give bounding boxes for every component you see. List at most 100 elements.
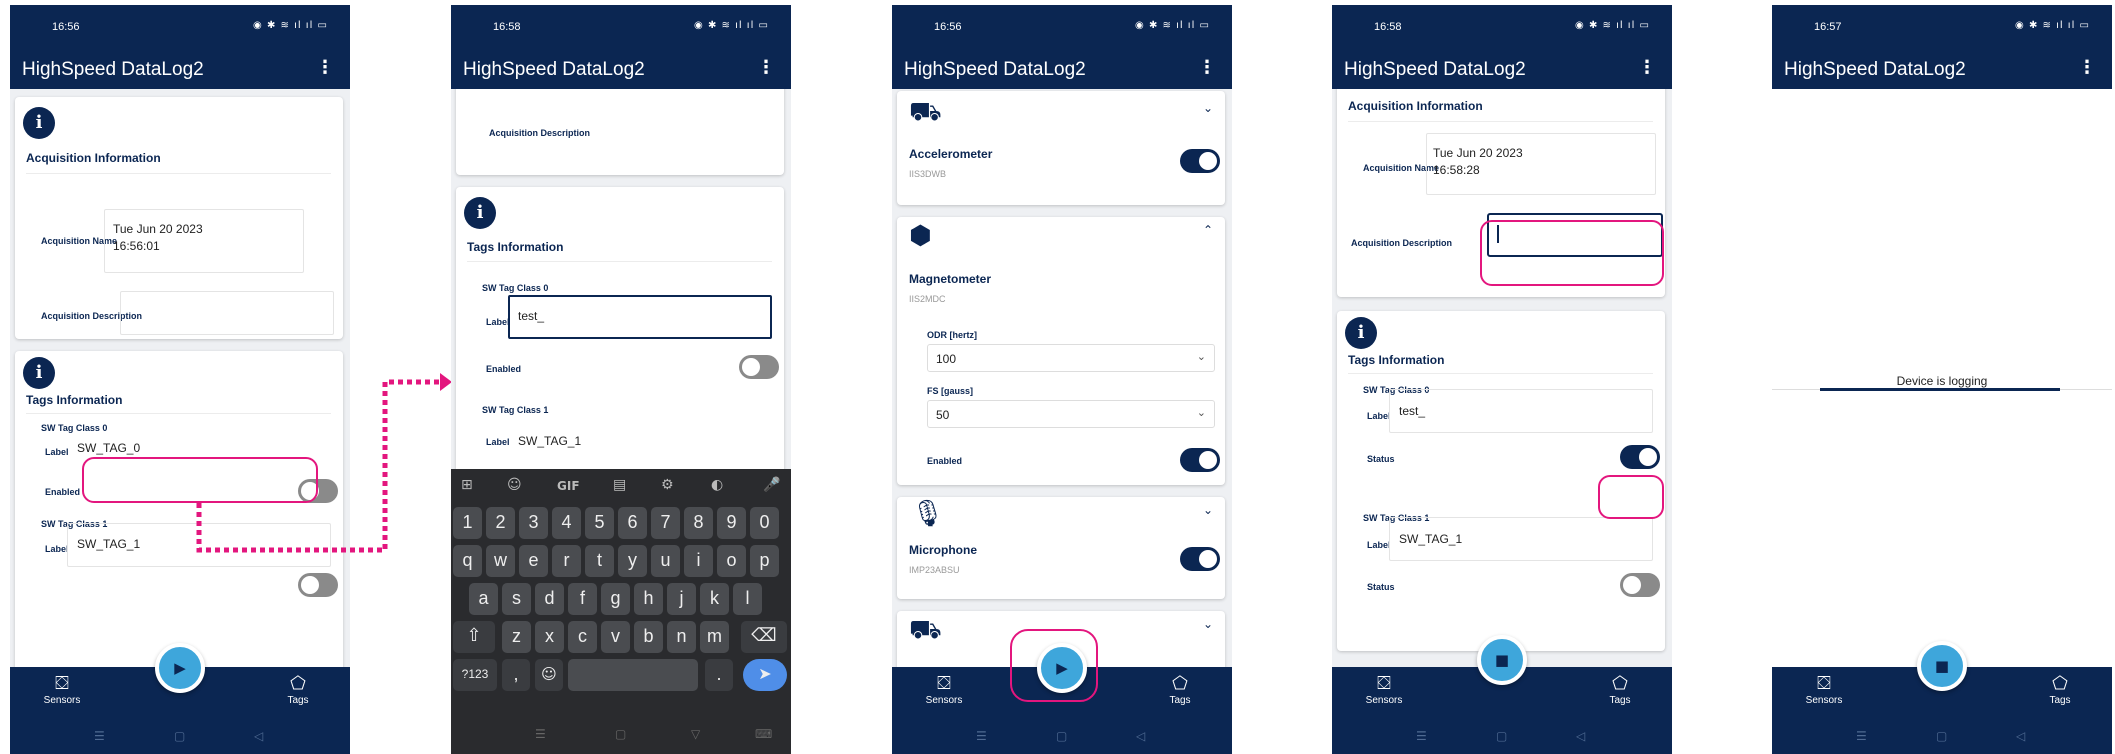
key[interactable]: f xyxy=(568,583,597,615)
overflow-menu-icon[interactable]: ⋮ xyxy=(1198,57,1216,78)
key[interactable]: q xyxy=(453,545,482,577)
key[interactable]: d xyxy=(535,583,564,615)
key[interactable]: m xyxy=(700,621,729,653)
tag-0-enabled-toggle[interactable] xyxy=(739,355,779,379)
gif-button[interactable]: GIF xyxy=(557,479,580,493)
key[interactable]: j xyxy=(667,583,696,615)
microphone-icon[interactable]: 🎤 xyxy=(763,477,780,493)
overflow-menu-icon[interactable]: ⋮ xyxy=(1638,57,1656,78)
key[interactable]: e xyxy=(519,545,548,577)
recents-icon[interactable]: ☰ xyxy=(94,729,105,743)
key[interactable]: t xyxy=(585,545,614,577)
acquisition-description-field[interactable] xyxy=(120,291,334,335)
key[interactable]: 0 xyxy=(750,507,779,539)
emoji-key[interactable]: ☺ xyxy=(535,659,563,691)
overflow-menu-icon[interactable]: ⋮ xyxy=(2078,57,2096,78)
key[interactable]: i xyxy=(684,545,713,577)
key[interactable]: r xyxy=(552,545,581,577)
key[interactable]: w xyxy=(486,545,515,577)
recents-icon[interactable]: ☰ xyxy=(1416,729,1427,743)
key[interactable]: 9 xyxy=(717,507,746,539)
clipboard-icon[interactable]: ▤ xyxy=(613,477,626,493)
key[interactable]: a xyxy=(469,583,498,615)
overflow-menu-icon[interactable]: ⋮ xyxy=(757,57,775,78)
backspace-key[interactable]: ⌫ xyxy=(741,621,787,653)
accelerometer-toggle[interactable] xyxy=(1180,149,1220,173)
key[interactable]: x xyxy=(535,621,564,653)
shift-key[interactable]: ⇧ xyxy=(453,621,495,653)
tag-1-status-toggle[interactable] xyxy=(1620,573,1660,597)
nav-sensors[interactable]: ⛋ Sensors xyxy=(32,673,92,706)
content-area[interactable]: Acquisition Information Acquisition Name… xyxy=(1332,89,1672,667)
key[interactable]: s xyxy=(502,583,531,615)
key[interactable]: b xyxy=(634,621,663,653)
stop-logging-button[interactable]: ■ xyxy=(1477,635,1527,685)
nav-tags[interactable]: ⬠ Tags xyxy=(1150,673,1210,706)
chevron-down-icon[interactable]: ⌄ xyxy=(1203,617,1213,631)
symbols-key[interactable]: ?123 xyxy=(453,659,497,691)
home-icon[interactable]: ▢ xyxy=(174,729,185,743)
nav-sensors[interactable]: ⛋ Sensors xyxy=(914,673,974,706)
key[interactable]: u xyxy=(651,545,680,577)
magnetometer-toggle[interactable] xyxy=(1180,448,1220,472)
odr-select[interactable]: 100 ⌄ xyxy=(927,344,1215,372)
microphone-toggle[interactable] xyxy=(1180,547,1220,571)
back-icon[interactable]: ◁ xyxy=(1576,729,1585,743)
recents-icon[interactable]: ☰ xyxy=(976,729,987,743)
space-bar[interactable] xyxy=(568,659,698,691)
key[interactable]: y xyxy=(618,545,647,577)
keyboard-switch-icon[interactable]: ⌨ xyxy=(755,727,772,741)
start-logging-button[interactable]: ▶ xyxy=(155,643,205,693)
nav-sensors[interactable]: ⛋ Sensors xyxy=(1354,673,1414,706)
key[interactable]: h xyxy=(634,583,663,615)
content-area[interactable]: ⌄ ⛟ Accelerometer IIS3DWB ⌃ ⬢ Magnetomet… xyxy=(892,89,1232,667)
tag-0-label-input[interactable] xyxy=(508,295,772,339)
settings-gear-icon[interactable]: ⚙ xyxy=(661,477,674,493)
tag-1-enabled-toggle[interactable] xyxy=(298,573,338,597)
key[interactable]: n xyxy=(667,621,696,653)
key[interactable]: z xyxy=(502,621,531,653)
back-icon[interactable]: ◁ xyxy=(254,729,263,743)
nav-sensors[interactable]: ⛋ Sensors xyxy=(1794,673,1854,706)
key[interactable]: 8 xyxy=(684,507,713,539)
comma-key[interactable]: , xyxy=(502,659,530,691)
key[interactable]: v xyxy=(601,621,630,653)
fs-select[interactable]: 50 ⌄ xyxy=(927,400,1215,428)
sticker-icon[interactable]: ☺ xyxy=(507,477,522,493)
tag-0-label-input[interactable] xyxy=(1389,389,1653,433)
stop-logging-button[interactable]: ■ xyxy=(1917,641,1967,691)
key[interactable]: g xyxy=(601,583,630,615)
back-icon[interactable]: ◁ xyxy=(2016,729,2025,743)
theme-palette-icon[interactable]: ◐ xyxy=(711,477,723,493)
key[interactable]: p xyxy=(750,545,779,577)
key[interactable]: 5 xyxy=(585,507,614,539)
back-icon[interactable]: ◁ xyxy=(1136,729,1145,743)
key[interactable]: 2 xyxy=(486,507,515,539)
key[interactable]: 1 xyxy=(453,507,482,539)
enter-key[interactable]: ➤ xyxy=(743,659,787,691)
home-icon[interactable]: ▢ xyxy=(1496,729,1507,743)
key[interactable]: c xyxy=(568,621,597,653)
home-icon[interactable]: ▢ xyxy=(1056,729,1067,743)
recents-icon[interactable]: ☰ xyxy=(535,727,546,741)
key[interactable]: 6 xyxy=(618,507,647,539)
key[interactable]: l xyxy=(733,583,762,615)
hide-keyboard-icon[interactable]: ▽ xyxy=(691,727,700,741)
chevron-down-icon[interactable]: ⌄ xyxy=(1203,101,1213,115)
key[interactable]: k xyxy=(700,583,729,615)
home-icon[interactable]: ▢ xyxy=(615,727,626,741)
home-icon[interactable]: ▢ xyxy=(1936,729,1947,743)
overflow-menu-icon[interactable]: ⋮ xyxy=(316,57,334,78)
key[interactable]: 7 xyxy=(651,507,680,539)
key[interactable]: 4 xyxy=(552,507,581,539)
nav-tags[interactable]: ⬠ Tags xyxy=(268,673,328,706)
period-key[interactable]: . xyxy=(705,659,733,691)
recents-icon[interactable]: ☰ xyxy=(1856,729,1867,743)
tag-0-status-toggle[interactable] xyxy=(1620,445,1660,469)
nav-tags[interactable]: ⬠ Tags xyxy=(1590,673,1650,706)
chevron-up-icon[interactable]: ⌃ xyxy=(1203,223,1213,237)
key[interactable]: 3 xyxy=(519,507,548,539)
key[interactable]: o xyxy=(717,545,746,577)
nav-tags[interactable]: ⬠ Tags xyxy=(2030,673,2090,706)
keyboard-apps-icon[interactable]: ⊞ xyxy=(461,477,473,493)
